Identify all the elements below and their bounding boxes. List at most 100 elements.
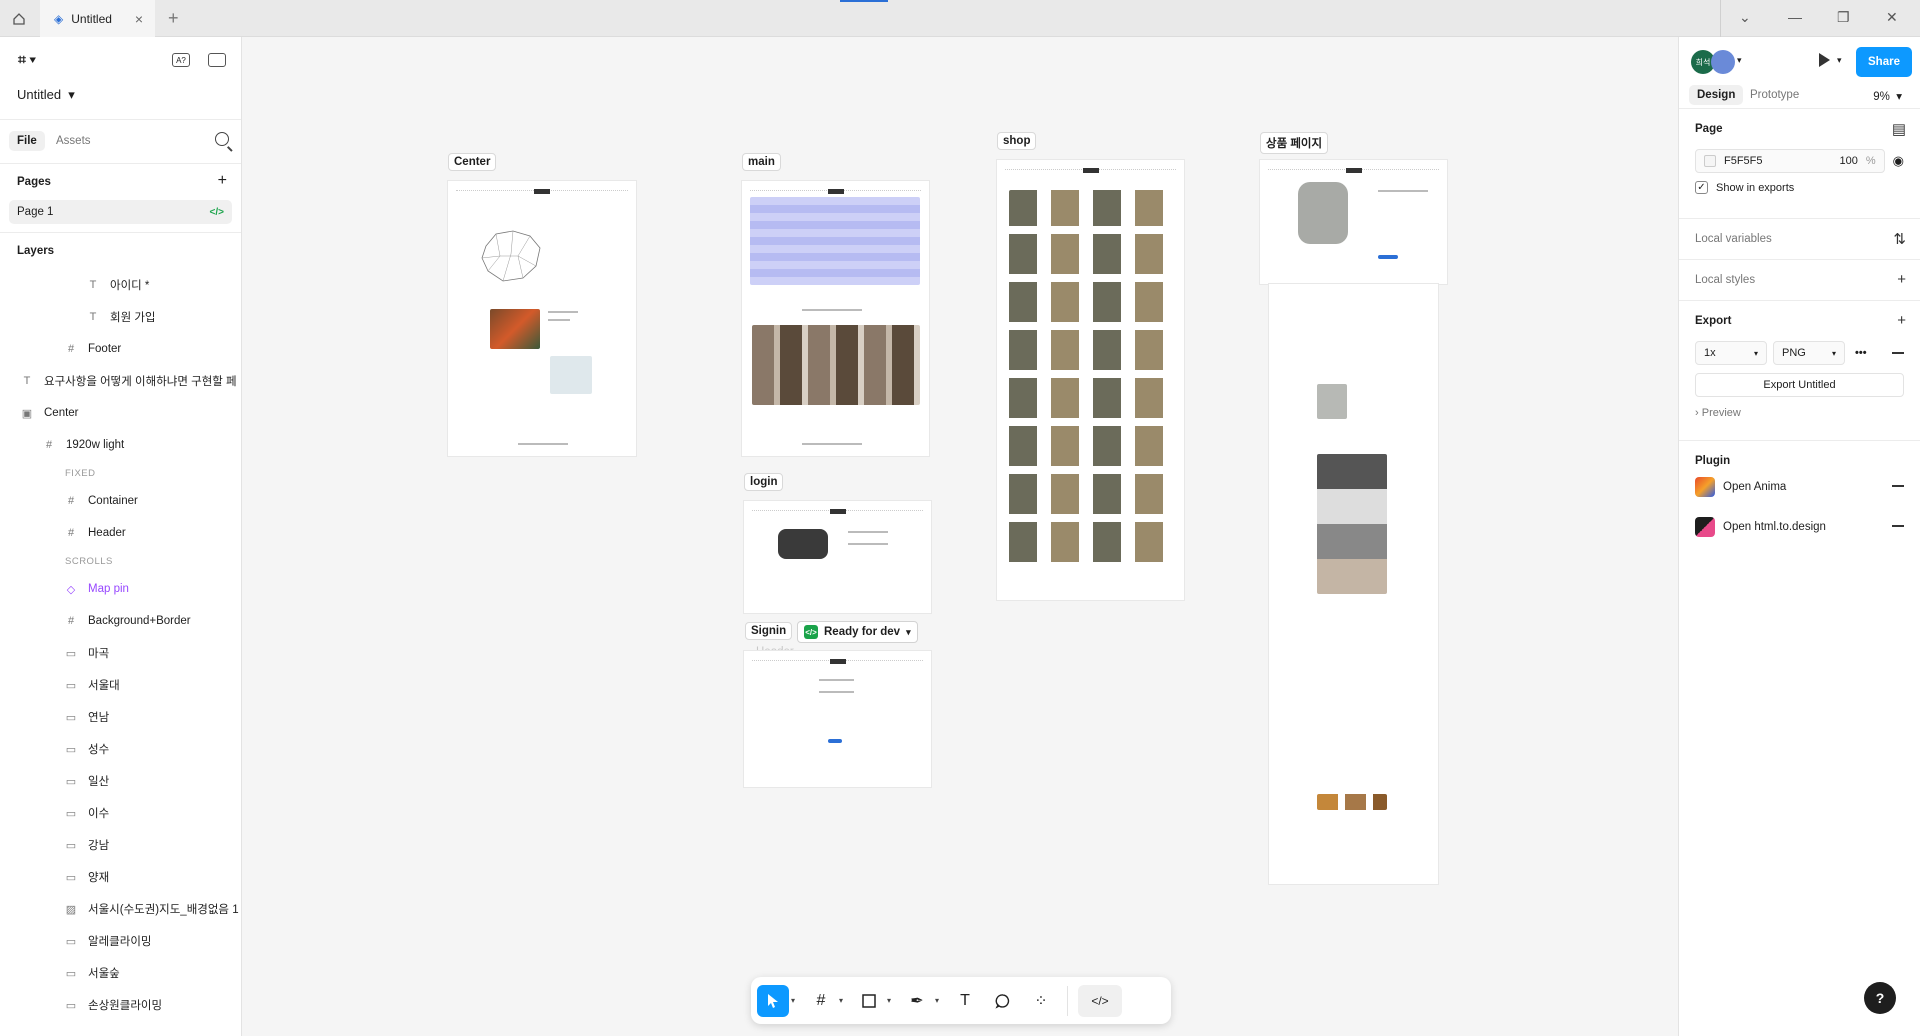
plugin-html-to-design[interactable]: Open html.to.design [1695, 507, 1904, 547]
page-style-icon[interactable]: ▤ [1892, 120, 1906, 138]
layer-item[interactable]: ▣ Center [0, 397, 241, 429]
new-tab-button[interactable]: + [168, 8, 179, 29]
chevron-down-icon[interactable]: ▾ [839, 996, 847, 1005]
layer-item[interactable]: # Container [0, 485, 241, 517]
frame-label-main[interactable]: main [742, 153, 781, 171]
minimize-icon[interactable]: — [1788, 9, 1802, 25]
layer-item[interactable]: ◇ Map pin [0, 573, 241, 605]
local-styles-section[interactable]: Local styles + [1679, 260, 1920, 301]
layer-item[interactable]: ▭ 강남 [0, 829, 241, 861]
tab-prototype[interactable]: Prototype [1742, 85, 1807, 105]
page-item[interactable]: Page 1 </> [9, 200, 232, 224]
layer-item[interactable]: ▭ 알레클라이밍 [0, 925, 241, 957]
layer-item[interactable]: ▨ 서울시(수도권)지도_배경없음 1 [0, 893, 241, 925]
layer-item[interactable]: ▭ 연남 [0, 701, 241, 733]
frame-label-center[interactable]: Center [448, 153, 497, 171]
share-button[interactable]: Share [1856, 47, 1912, 77]
frame-login[interactable] [744, 501, 931, 613]
layer-item[interactable]: # Footer [0, 333, 241, 365]
frame-label-signin[interactable]: Signin [745, 622, 793, 640]
remove-plugin-icon[interactable] [1892, 485, 1904, 487]
comment-tool-icon[interactable] [987, 985, 1019, 1017]
bg-color-value[interactable]: F5F5F5 [1724, 155, 1763, 167]
checkbox-icon[interactable]: ✓ [1695, 181, 1708, 194]
home-icon[interactable] [8, 8, 30, 30]
layer-item[interactable]: ▭ 서울숲 [0, 957, 241, 989]
layer-item[interactable]: ▭ 성수 [0, 733, 241, 765]
layer-item[interactable]: ▭ 손상원클라이밍 [0, 989, 241, 1021]
chevron-down-icon[interactable]: ▾ [1737, 55, 1742, 66]
close-window-icon[interactable]: ✕ [1886, 9, 1898, 26]
frame-shop[interactable] [997, 160, 1184, 600]
bg-opacity-value[interactable]: 100 [1840, 155, 1858, 167]
close-tab-icon[interactable]: × [135, 11, 143, 27]
tab-design[interactable]: Design [1689, 85, 1744, 105]
rectangle-layer-icon: ▭ [65, 967, 77, 980]
search-icon[interactable] [215, 132, 229, 146]
file-tab[interactable]: ◈ Untitled × [40, 0, 155, 37]
frame-label-product-page[interactable]: 상품 페이지 [1260, 132, 1329, 154]
canvas[interactable]: Center main shop 상품 페이지 login Signin </>… [242, 37, 1678, 1036]
frame-center[interactable] [448, 181, 636, 456]
bg-color-field[interactable]: F5F5F5 100 % [1695, 149, 1885, 173]
layer-item[interactable]: # Header [0, 517, 241, 549]
help-button[interactable]: ? [1864, 982, 1896, 1014]
zoom-level[interactable]: 9% ▾ [1873, 89, 1902, 103]
chevron-down-icon[interactable]: ▾ [791, 996, 799, 1005]
export-scale-select[interactable]: 1x ▾ [1695, 341, 1767, 365]
remove-plugin-icon[interactable] [1892, 525, 1904, 527]
chevron-down-icon[interactable]: ▾ [887, 996, 895, 1005]
visibility-eye-icon[interactable]: ◉ [1893, 153, 1904, 169]
layer-item[interactable]: ▭ 일산 [0, 765, 241, 797]
add-export-icon[interactable]: + [1897, 312, 1906, 329]
auto-translate-icon[interactable]: A? [172, 53, 190, 67]
rectangle-tool-icon[interactable] [853, 985, 885, 1017]
present-play-icon[interactable] [1819, 53, 1830, 67]
frame-product-detail[interactable] [1269, 284, 1438, 884]
layer-item[interactable]: T 요구사항을 어떻게 이해하냐면 구현할 페 [0, 365, 241, 397]
color-swatch[interactable] [1704, 155, 1716, 167]
local-variables-section[interactable]: Local variables ⇅ [1679, 219, 1920, 260]
add-page-icon[interactable]: + [218, 172, 227, 190]
show-in-exports-row[interactable]: ✓ Show in exports [1695, 181, 1904, 194]
maximize-icon[interactable]: ❐ [1837, 9, 1850, 26]
chevron-down-icon[interactable]: ▾ [1837, 55, 1842, 66]
ready-for-dev-chip[interactable]: </> Ready for dev ▾ [797, 621, 918, 643]
remove-export-icon[interactable] [1892, 352, 1904, 354]
layer-item[interactable]: ▭ 마곡 [0, 637, 241, 669]
add-style-icon[interactable]: + [1897, 271, 1906, 288]
chevron-down-icon[interactable]: ▾ [935, 996, 943, 1005]
main-menu-icon[interactable]: ⌗ ▾ [18, 51, 36, 68]
layer-item[interactable]: T 아이디 * [0, 269, 241, 301]
frame-main[interactable] [742, 181, 929, 456]
frame-signin[interactable] [744, 651, 931, 787]
layer-item[interactable]: T 회원 가입 [0, 301, 241, 333]
move-tool-icon[interactable] [757, 984, 789, 1017]
frame-label-shop[interactable]: shop [997, 132, 1037, 150]
preview-toggle[interactable]: › Preview [1695, 407, 1904, 419]
layer-item[interactable]: ▭ 양재 [0, 861, 241, 893]
file-name[interactable]: Untitled ▾ [17, 87, 75, 103]
seoul-map-image [481, 230, 541, 282]
tab-assets[interactable]: Assets [48, 131, 99, 151]
export-button[interactable]: Export Untitled [1695, 373, 1904, 397]
dev-mode-toggle-icon[interactable]: </> [1078, 984, 1122, 1017]
layer-item[interactable]: # Background+Border [0, 605, 241, 637]
user-avatar-2[interactable] [1711, 50, 1735, 74]
panel-toggle-icon[interactable] [208, 53, 226, 67]
tab-file[interactable]: File [9, 131, 45, 151]
actions-tool-icon[interactable]: ⁘ [1025, 985, 1057, 1017]
dropdown-chevron-icon[interactable]: ⌄ [1739, 9, 1751, 26]
more-options-icon[interactable]: ••• [1855, 347, 1867, 359]
export-format-select[interactable]: PNG ▾ [1773, 341, 1845, 365]
frame-tool-icon[interactable]: # [805, 985, 837, 1017]
layer-item[interactable]: #1920w light [0, 429, 241, 461]
text-tool-icon[interactable]: T [949, 985, 981, 1017]
pen-tool-icon[interactable]: ✒ [901, 985, 933, 1017]
frame-label-login[interactable]: login [744, 473, 784, 491]
layer-item[interactable]: ▭ 이수 [0, 797, 241, 829]
frame-product-page[interactable] [1260, 160, 1447, 284]
plugin-anima[interactable]: Open Anima [1695, 467, 1904, 507]
layer-item[interactable]: ▭ 서울대 [0, 669, 241, 701]
variables-settings-icon[interactable]: ⇅ [1893, 230, 1906, 248]
